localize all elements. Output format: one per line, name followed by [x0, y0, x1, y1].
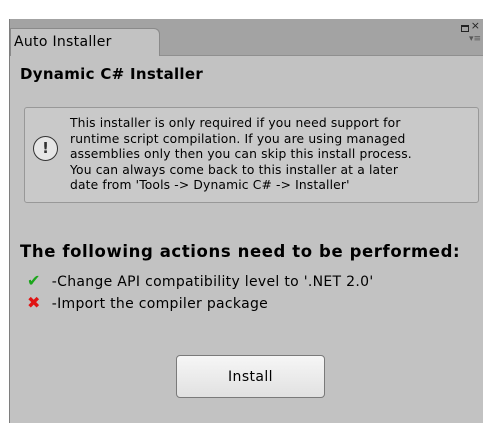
tab-auto-installer[interactable]: Auto Installer — [10, 28, 160, 56]
close-icon[interactable]: × — [471, 20, 480, 32]
action-item-api-level: ✔ -Change API compatibility level to '.N… — [27, 271, 373, 291]
action-item-import-package: ✖ -Import the compiler package — [27, 293, 268, 313]
info-icon: ! — [33, 136, 58, 161]
tab-label: Auto Installer — [14, 34, 112, 50]
install-button[interactable]: Install — [176, 355, 325, 398]
window-controls: × ▾≡ — [453, 20, 481, 47]
tab-bar: Auto Installer × ▾≡ — [10, 19, 483, 56]
actions-heading: The following actions need to be perform… — [20, 242, 461, 261]
installer-window: Auto Installer × ▾≡ Dynamic C# Installer… — [9, 19, 483, 423]
action-label: -Import the compiler package — [51, 296, 269, 312]
help-box: ! This installer is only required if you… — [24, 107, 479, 203]
action-label: -Change API compatibility level to '.NET… — [51, 274, 374, 290]
page-title: Dynamic C# Installer — [20, 65, 204, 83]
maximize-icon[interactable] — [461, 25, 469, 32]
menu-icon[interactable]: ▾≡ — [469, 34, 481, 44]
check-icon: ✔ — [27, 271, 41, 290]
cross-icon: ✖ — [27, 293, 41, 312]
help-text: This installer is only required if you n… — [70, 116, 412, 193]
